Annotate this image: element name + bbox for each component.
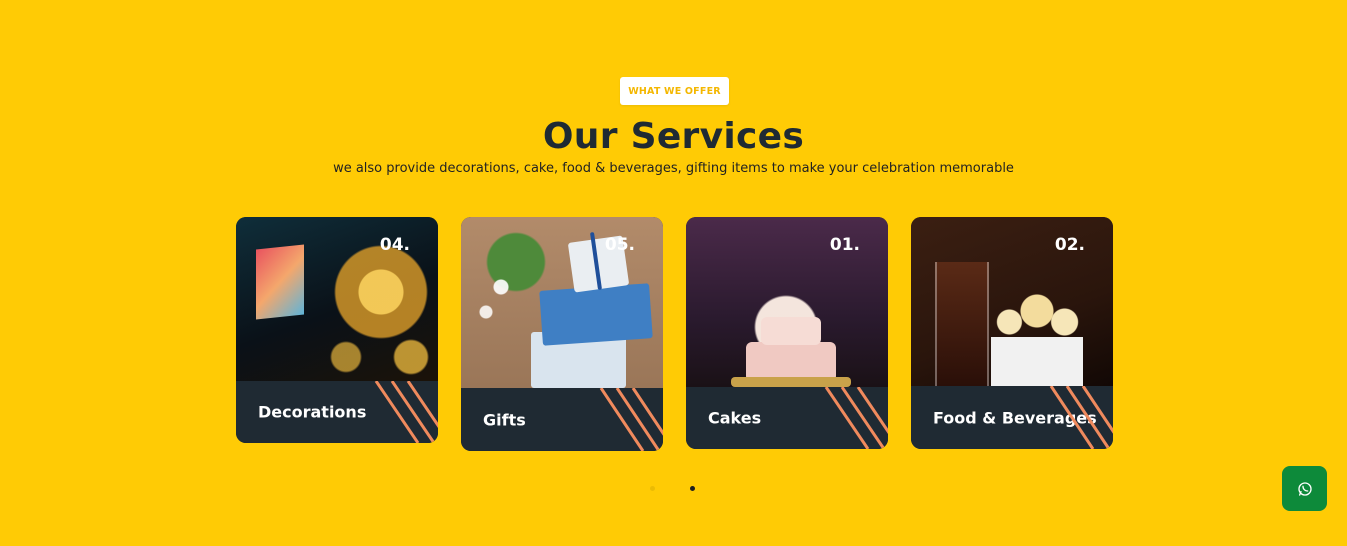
service-card-decorations[interactable]: 04. Decorations (236, 217, 438, 443)
service-card-gifts[interactable]: 05. Gifts (461, 217, 663, 451)
service-label: Gifts (483, 410, 526, 429)
stripes-decoration (1049, 386, 1113, 449)
service-card-food-beverages[interactable]: 02. Food & Beverages (911, 217, 1113, 449)
service-footer: Decorations (236, 381, 438, 443)
badge-what-we-offer: WHAT WE OFFER (620, 77, 729, 105)
service-card-cakes[interactable]: 01. Cakes (686, 217, 888, 449)
whatsapp-icon (1297, 481, 1312, 496)
whatsapp-button[interactable] (1282, 466, 1327, 511)
stripes-decoration (824, 387, 888, 449)
service-number: 05. (604, 235, 635, 255)
service-footer: Gifts (461, 388, 663, 451)
stripes-decoration (599, 388, 663, 451)
service-label: Cakes (708, 408, 762, 428)
page-subtitle: we also provide decorations, cake, food … (333, 161, 1014, 176)
carousel-dot-2-active[interactable] (690, 486, 695, 491)
service-footer: Food & Beverages (911, 386, 1113, 449)
page-title: Our Services (542, 116, 805, 157)
service-label: Decorations (258, 402, 367, 422)
service-number: 04. (379, 235, 410, 255)
stripes-decoration (374, 381, 438, 443)
service-number: 02. (1054, 235, 1085, 255)
service-footer: Cakes (686, 387, 888, 449)
service-number: 01. (829, 235, 860, 255)
carousel-dot-1[interactable] (650, 486, 655, 491)
